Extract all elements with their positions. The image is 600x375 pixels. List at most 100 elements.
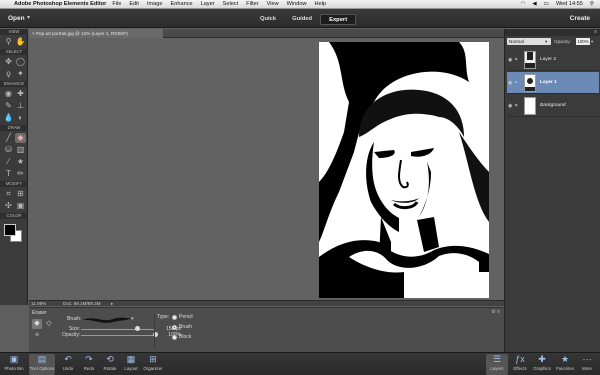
layer-opacity-label: Opacity: bbox=[554, 39, 571, 44]
link-icon[interactable]: ⌗ bbox=[515, 57, 518, 62]
menu-select[interactable]: Select bbox=[223, 1, 239, 7]
graphics-icon: ✚ bbox=[538, 354, 546, 364]
marquee-tool-icon[interactable]: ◯ bbox=[15, 57, 26, 67]
straighten-tool-icon[interactable]: ▣ bbox=[15, 201, 26, 211]
type-block-label: Block bbox=[179, 334, 192, 340]
open-dropdown-icon[interactable]: ▾ bbox=[27, 12, 30, 25]
spotlight-icon[interactable]: ⚲ bbox=[590, 1, 594, 7]
menu-filter[interactable]: Filter bbox=[246, 1, 258, 7]
volume-icon[interactable]: ◀ bbox=[532, 1, 536, 7]
menu-help[interactable]: Help bbox=[315, 1, 327, 7]
type-pencil-radio[interactable] bbox=[172, 315, 177, 320]
menu-layer[interactable]: Layer bbox=[201, 1, 215, 7]
status-bar: 11.98% Doc: 69.1M/88.3M ▸ bbox=[29, 300, 504, 306]
rotate-button[interactable]: ⟲ Rotate bbox=[99, 354, 121, 375]
tool-options-button[interactable]: ▤ Tool Options bbox=[29, 354, 55, 375]
battery-icon[interactable]: ▭ bbox=[544, 1, 549, 7]
blend-mode-dropdown-icon[interactable]: ▾ bbox=[545, 38, 547, 45]
crop-tool-icon[interactable]: ⌗ bbox=[3, 189, 14, 199]
magic-wand-tool-icon[interactable]: ✦ bbox=[15, 69, 26, 79]
create-button[interactable]: Create bbox=[570, 12, 590, 25]
tool-options-menu-icon[interactable]: ⚙ ≡ bbox=[491, 309, 500, 315]
type-brush-radio[interactable] bbox=[172, 325, 177, 330]
wifi-icon[interactable]: ◠ bbox=[520, 1, 525, 7]
visibility-eye-icon[interactable]: ◉ bbox=[508, 57, 512, 63]
organizer-button[interactable]: ⊞ Organizer bbox=[142, 354, 164, 375]
sponge-tool-icon[interactable]: ◐ bbox=[15, 113, 26, 123]
type-tool-icon[interactable]: T bbox=[3, 169, 14, 179]
mode-quick[interactable]: Quick bbox=[252, 14, 284, 25]
brush-preview[interactable] bbox=[81, 313, 137, 325]
layers-button[interactable]: ☰ Layers bbox=[486, 354, 508, 375]
tool-options-panel: Eraser ⚙ ≡ ◆ ◇ ✧ Brush: ▾ Size: 150 px O… bbox=[29, 307, 504, 352]
layers-label: Layers bbox=[490, 366, 504, 371]
layer-name[interactable]: Background bbox=[540, 103, 566, 108]
paint-bucket-tool-icon[interactable]: ⛁ bbox=[3, 145, 14, 155]
app-name-menu[interactable]: Adobe Photoshop Elements Editor bbox=[14, 1, 106, 7]
mac-menubar: Adobe Photoshop Elements Editor File Edi… bbox=[0, 0, 600, 9]
layer-opacity-input[interactable]: 100% bbox=[576, 38, 590, 45]
spot-healing-tool-icon[interactable]: ✚ bbox=[15, 89, 26, 99]
foreground-color-swatch[interactable] bbox=[4, 224, 16, 236]
layer-row[interactable]: ◉ ⌗ Background bbox=[507, 95, 599, 117]
photo-bin-button[interactable]: ▣ Photo Bin bbox=[3, 354, 25, 375]
lock-icon[interactable]: ⌗ bbox=[515, 103, 518, 108]
type-block-radio[interactable] bbox=[172, 335, 177, 340]
brush-dropdown-icon[interactable]: ▾ bbox=[131, 316, 134, 322]
link-icon[interactable]: ⌗ bbox=[515, 80, 518, 85]
move-tool-icon[interactable]: ✥ bbox=[3, 57, 14, 67]
layer-row-selected[interactable]: ◉ ⌗ Layer 1 bbox=[507, 72, 599, 94]
eraser-tool-icon[interactable]: ◆ bbox=[15, 133, 26, 143]
eraser-icon[interactable]: ◆ bbox=[32, 319, 42, 329]
layer-row[interactable]: ◉ ⌗ Layer 2 bbox=[507, 49, 599, 71]
menu-file[interactable]: File bbox=[112, 1, 121, 7]
gradient-tool-icon[interactable]: ▥ bbox=[15, 145, 26, 155]
hand-tool-icon[interactable]: ✋ bbox=[15, 37, 26, 47]
effects-label: Effects bbox=[513, 366, 527, 371]
visibility-eye-icon[interactable]: ◉ bbox=[508, 103, 512, 109]
pop-art-portrait-image bbox=[319, 42, 489, 298]
mode-switcher: Quick Guided Expert bbox=[252, 14, 357, 25]
menu-view[interactable]: View bbox=[267, 1, 279, 7]
rotate-label: Rotate bbox=[103, 366, 117, 371]
lasso-tool-icon[interactable]: ϙ bbox=[3, 69, 14, 79]
section-color: COLOR bbox=[0, 213, 28, 219]
mode-guided[interactable]: Guided bbox=[284, 14, 320, 25]
more-button[interactable]: ⋯ More bbox=[576, 354, 598, 375]
visibility-eye-icon[interactable]: ◉ bbox=[508, 80, 512, 86]
layer-name[interactable]: Layer 2 bbox=[540, 57, 556, 62]
background-eraser-icon[interactable]: ◇ bbox=[44, 319, 54, 329]
layer-opacity-dropdown-icon[interactable]: ▾ bbox=[591, 38, 593, 45]
clock[interactable]: Wed 14:55 bbox=[556, 1, 583, 7]
mode-expert[interactable]: Expert bbox=[320, 14, 357, 25]
menu-image[interactable]: Image bbox=[147, 1, 163, 7]
layer-name[interactable]: Layer 1 bbox=[540, 80, 557, 85]
graphics-button[interactable]: ✚ Graphics bbox=[531, 354, 553, 375]
favorites-button[interactable]: ★ Favorites bbox=[554, 354, 576, 375]
zoom-tool-icon[interactable]: ⚲ bbox=[3, 37, 14, 47]
layer-thumbnail bbox=[524, 74, 536, 92]
effects-button[interactable]: ƒx Effects bbox=[509, 354, 531, 375]
panel-menu-icon[interactable]: ≡ bbox=[594, 29, 597, 35]
eyedropper-tool-icon[interactable]: ⁄ bbox=[3, 157, 14, 167]
menu-edit[interactable]: Edit bbox=[129, 1, 139, 7]
red-eye-tool-icon[interactable]: ◉ bbox=[3, 89, 14, 99]
menu-enhance[interactable]: Enhance bbox=[171, 1, 193, 7]
layout-button[interactable]: ▦ Layout bbox=[120, 354, 142, 375]
brush-tool-icon[interactable]: ╱ bbox=[3, 133, 14, 143]
custom-shape-tool-icon[interactable]: ★ bbox=[15, 157, 26, 167]
pencil-tool-icon[interactable]: ✏ bbox=[15, 169, 26, 179]
section-modify: MODIFY bbox=[0, 181, 28, 187]
blur-tool-icon[interactable]: 💧 bbox=[3, 113, 14, 123]
menu-window[interactable]: Window bbox=[287, 1, 307, 7]
recompose-tool-icon[interactable]: ⊞ bbox=[15, 189, 26, 199]
document-tab[interactable]: × Pop art portrait.jpg @ 12% (Layer 1, R… bbox=[29, 29, 163, 38]
magic-eraser-icon[interactable]: ✧ bbox=[32, 331, 42, 341]
undo-button[interactable]: ↶ Undo bbox=[57, 354, 79, 375]
organizer-label: Organizer bbox=[143, 366, 163, 371]
clone-stamp-tool-icon[interactable]: ⊥ bbox=[15, 101, 26, 111]
redo-button[interactable]: ↷ Redo bbox=[78, 354, 100, 375]
content-aware-move-tool-icon[interactable]: ✣ bbox=[3, 201, 14, 211]
smart-brush-tool-icon[interactable]: ✎ bbox=[3, 101, 14, 111]
photo-image[interactable] bbox=[319, 42, 489, 298]
